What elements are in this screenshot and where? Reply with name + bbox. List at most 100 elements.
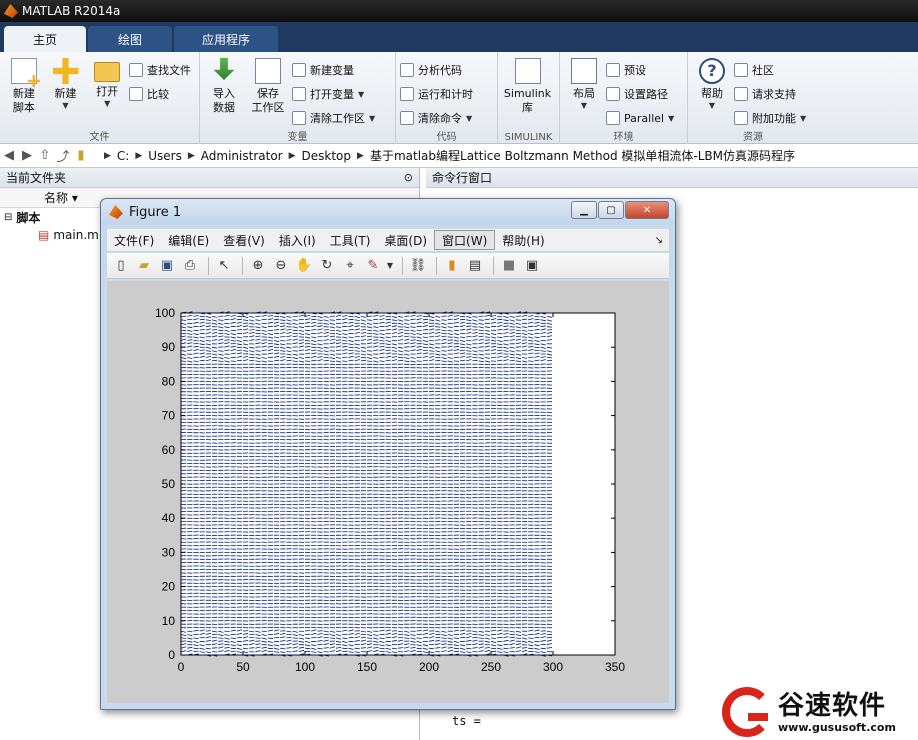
pan-icon[interactable]: ✋ — [294, 256, 314, 276]
dock-icon[interactable]: ↘ — [655, 235, 663, 246]
breadcrumb-item[interactable]: Administrator — [201, 149, 283, 163]
save-figure-icon[interactable]: ▣ — [157, 256, 177, 276]
find-files-icon — [129, 63, 144, 77]
tab-home[interactable]: 主页 — [4, 26, 86, 52]
menu-help[interactable]: 帮助(H) — [495, 230, 551, 250]
y-tick-label: 40 — [162, 511, 176, 525]
simulink-library-button[interactable]: Simulink 库 — [502, 56, 553, 144]
menu-desktop[interactable]: 桌面(D) — [377, 230, 434, 250]
breadcrumb: ▶ C: ▶ Users ▶ Administrator ▶ Desktop ▶… — [104, 147, 795, 164]
clear-commands-icon — [400, 111, 414, 125]
ribbon-group-resources: ? 帮助 ▼ 社区 请求支持 附加功能 ▼ 资源 — [688, 52, 818, 144]
find-files-button[interactable]: 查找文件 — [129, 58, 191, 82]
chevron-down-icon: ▼ — [580, 101, 588, 110]
hide-plot-tools-icon[interactable]: ■ — [499, 256, 519, 276]
community-button[interactable]: 社区 — [734, 58, 806, 82]
import-icon — [213, 58, 235, 81]
new-variable-icon — [292, 63, 306, 77]
menu-edit[interactable]: 编辑(E) — [161, 230, 216, 250]
figure-toolbar: ▯ ▰ ▣ ⎙ ↖ ⊕ ⊖ ✋ ↻ ⌖ ✎ ▼ ⛓ ▮ ▤ ■ ▣ — [107, 253, 669, 279]
run-time-icon — [400, 87, 414, 101]
menu-window[interactable]: 窗口(W) — [434, 230, 496, 250]
clear-workspace-icon — [292, 111, 306, 125]
legend-icon[interactable]: ▤ — [465, 256, 485, 276]
collapse-icon[interactable]: ⊟ — [4, 212, 12, 223]
x-tick-label: 50 — [236, 660, 250, 674]
title-bar: MATLAB R2014a — [0, 0, 918, 22]
open-file-icon[interactable]: ▰ — [134, 256, 154, 276]
simulink-icon — [514, 58, 541, 84]
y-tick-label: 90 — [162, 340, 176, 354]
chevron-down-icon: ▼ — [369, 113, 376, 123]
watermark: 谷速软件 www.gususoft.com — [722, 684, 918, 740]
matlab-logo-icon — [109, 205, 123, 219]
preferences-button[interactable]: 预设 — [606, 58, 674, 82]
colorbar-icon[interactable]: ▮ — [442, 256, 462, 276]
add-ons-button[interactable]: 附加功能 ▼ — [734, 106, 806, 130]
breadcrumb-item[interactable]: Users — [148, 149, 182, 163]
ribbon-group-code: 分析代码 运行和计时 清除命令 ▼ 代码 — [396, 52, 498, 144]
close-button[interactable]: ✕ — [625, 201, 669, 219]
new-figure-icon[interactable]: ▯ — [111, 256, 131, 276]
command-output[interactable]: ts = — [452, 714, 481, 728]
y-tick-label: 100 — [155, 306, 175, 320]
y-tick-label: 60 — [162, 443, 176, 457]
tab-plots[interactable]: 绘图 — [88, 26, 172, 52]
menu-file[interactable]: 文件(F) — [107, 230, 161, 250]
clear-commands-button[interactable]: 清除命令 ▼ — [400, 106, 473, 130]
data-cursor-icon[interactable]: ⌖ — [340, 256, 360, 276]
parallel-button[interactable]: Parallel ▼ — [606, 106, 674, 130]
y-tick-label: 50 — [162, 477, 176, 491]
x-tick-label: 100 — [295, 660, 315, 674]
x-tick-label: 350 — [605, 660, 625, 674]
tab-apps[interactable]: 应用程序 — [174, 26, 278, 52]
back-arrow-icon[interactable]: ◀ — [0, 148, 18, 163]
rotate-icon[interactable]: ↻ — [317, 256, 337, 276]
request-support-button[interactable]: 请求支持 — [734, 82, 806, 106]
new-variable-button[interactable]: 新建变量 — [292, 58, 375, 82]
save-icon — [255, 58, 281, 84]
y-tick-label: 10 — [162, 614, 176, 628]
x-tick-label: 300 — [543, 660, 563, 674]
maximize-button[interactable]: ▢ — [598, 201, 624, 219]
analyze-code-button[interactable]: 分析代码 — [400, 58, 473, 82]
new-icon — [52, 58, 79, 84]
open-variable-button[interactable]: 打开变量 ▼ — [292, 82, 375, 106]
figure-window: Figure 1 ▁ ▢ ✕ 文件(F) 编辑(E) 查看(V) 插入(I) 工… — [100, 198, 676, 710]
menu-insert[interactable]: 插入(I) — [272, 230, 323, 250]
zoom-in-icon[interactable]: ⊕ — [248, 256, 268, 276]
zoom-out-icon[interactable]: ⊖ — [271, 256, 291, 276]
chevron-down-icon: ▼ — [466, 113, 473, 123]
menu-tools[interactable]: 工具(T) — [323, 230, 378, 250]
pointer-icon[interactable]: ↖ — [214, 256, 234, 276]
ribbon-group-environment: 布局 ▼ 预设 设置路径 Parallel ▼ 环境 — [560, 52, 688, 144]
matlab-logo-icon — [4, 4, 18, 18]
breadcrumb-item[interactable]: C: — [117, 149, 129, 163]
figure-canvas: 0 50 100 150 200 250 300 350 0 10 20 30 40 50 60 70 80 90… — [107, 281, 669, 703]
current-folder-header: 当前文件夹 ⊙ — [0, 168, 419, 188]
chevron-down-icon[interactable]: ▼ — [386, 256, 394, 276]
show-plot-tools-icon[interactable]: ▣ — [522, 256, 542, 276]
forward-arrow-icon[interactable]: ▶ — [18, 148, 36, 163]
set-path-icon — [606, 87, 620, 101]
breadcrumb-item[interactable]: 基于matlab编程Lattice Boltzmann Method 模拟单相流… — [370, 147, 795, 164]
clear-workspace-button[interactable]: 清除工作区 ▼ — [292, 106, 375, 130]
pane-menu-icon[interactable]: ⊙ — [404, 171, 413, 184]
set-path-button[interactable]: 设置路径 — [606, 82, 674, 106]
breadcrumb-item[interactable]: Desktop — [302, 149, 352, 163]
ribbon-group-file: 新建 脚本 新建 ▼ 打开 ▼ 查找文件 比较 文件 — [0, 52, 200, 144]
brush-icon[interactable]: ✎ — [363, 256, 383, 276]
figure-title-bar[interactable]: Figure 1 ▁ ▢ ✕ — [101, 199, 675, 225]
window-title: MATLAB R2014a — [22, 4, 121, 18]
compare-button[interactable]: 比较 — [129, 82, 191, 106]
menu-view[interactable]: 查看(V) — [216, 230, 272, 250]
print-icon[interactable]: ⎙ — [180, 256, 200, 276]
run-and-time-button[interactable]: 运行和计时 — [400, 82, 473, 106]
x-tick-label: 200 — [419, 660, 439, 674]
minimize-button[interactable]: ▁ — [571, 201, 597, 219]
ribbon: 新建 脚本 新建 ▼ 打开 ▼ 查找文件 比较 文件 导入 数据 保存 工作区 … — [0, 52, 918, 144]
watermark-text: 谷速软件 — [778, 690, 887, 721]
browse-folder-icon[interactable]: ⤴ — [54, 146, 72, 165]
link-plot-icon[interactable]: ⛓ — [408, 256, 428, 276]
up-folder-icon[interactable]: ⇧ — [36, 148, 54, 163]
